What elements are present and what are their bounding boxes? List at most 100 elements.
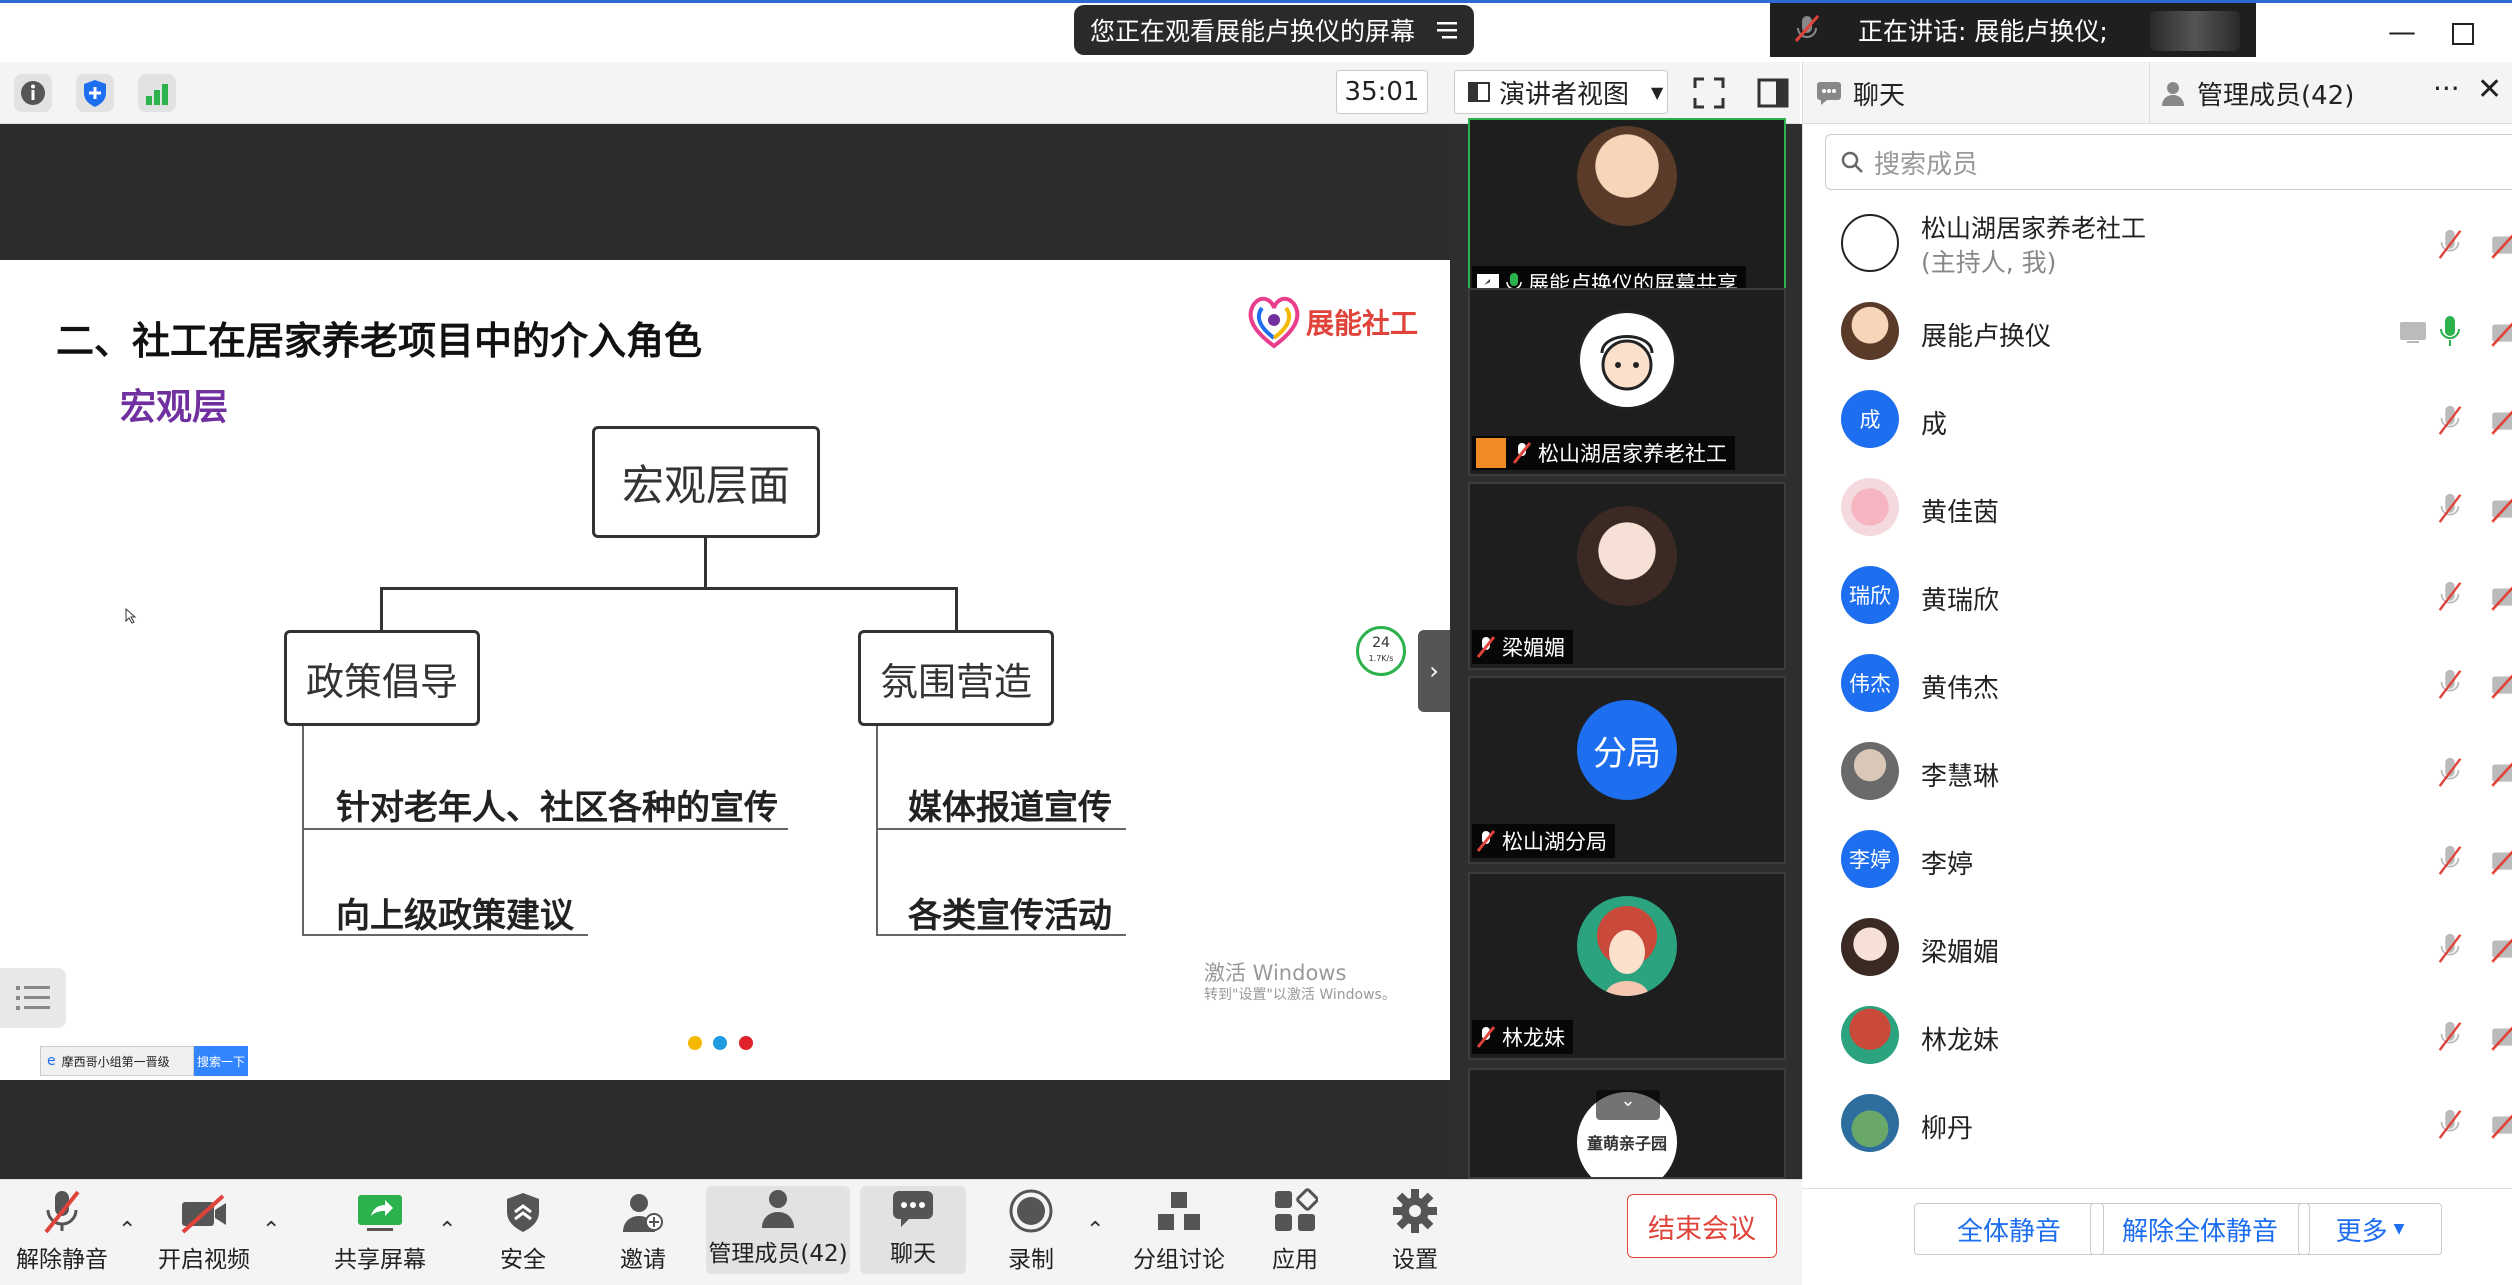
signal-icon[interactable] [138, 74, 176, 112]
apps-icon [1275, 1188, 1318, 1231]
member-search-input[interactable]: 搜索成员 [1825, 134, 2512, 190]
title-bar: 您正在观看展能卢换仪的屏幕 正在讲话: 展能卢换仪; — [0, 0, 2512, 62]
view-mode-select[interactable]: 演讲者视图 ▼ [1454, 70, 1668, 114]
more-options-icon[interactable]: ··· [2433, 72, 2460, 105]
side-panel-icon[interactable] [1756, 76, 1790, 110]
video-thumbnail[interactable]: 展能卢换仪的屏幕共享 [1468, 118, 1786, 306]
member-row[interactable]: 瑞欣 黄瑞欣 [1803, 552, 2512, 640]
shield-icon[interactable] [76, 74, 114, 112]
member-row[interactable]: 梁媚媚 [1803, 904, 2512, 992]
avatar: 伟杰 [1841, 654, 1899, 712]
video-thumbnail[interactable]: 梁媚媚 [1468, 482, 1786, 670]
share-screen-button[interactable]: 共享屏幕 [328, 1180, 432, 1280]
diagram-right-item: 各类宣传活动 [908, 896, 1112, 936]
video-off-icon[interactable] [2489, 668, 2512, 700]
video-off-icon[interactable] [2489, 492, 2512, 524]
settings-button[interactable]: 设置 [1370, 1180, 1460, 1280]
fullscreen-icon[interactable] [1692, 76, 1726, 110]
collapse-thumbs-button[interactable]: › [1418, 630, 1450, 712]
mic-muted-icon[interactable] [2435, 492, 2465, 524]
avatar: 分局 [1577, 700, 1677, 800]
security-button[interactable]: 安全 [478, 1180, 568, 1280]
tab-chat[interactable]: 聊天 [1815, 62, 1905, 124]
slide-menu-button[interactable] [0, 968, 66, 1028]
security-label: 安全 [500, 1247, 546, 1273]
avatar [1577, 126, 1677, 226]
minimize-icon[interactable]: — [2388, 15, 2416, 48]
maximize-icon[interactable] [2452, 23, 2474, 45]
taskbar-text: 摩西哥小组第一晋级 [61, 1054, 170, 1069]
member-row[interactable]: 李慧琳 [1803, 728, 2512, 816]
member-row[interactable]: 黄佳茵 [1803, 464, 2512, 552]
diagram-underline [302, 828, 788, 830]
video-off-icon[interactable] [2489, 932, 2512, 964]
close-icon[interactable]: ✕ [2477, 72, 2502, 107]
video-off-icon[interactable] [2489, 580, 2512, 612]
video-off-icon[interactable] [2489, 756, 2512, 788]
video-off-icon[interactable] [2489, 316, 2512, 348]
speaking-text: 正在讲话: 展能卢换仪; [1858, 17, 2108, 46]
video-thumbnail[interactable]: 松山湖居家养老社工 [1468, 288, 1786, 476]
member-row[interactable]: 柳丹 [1803, 1080, 2512, 1168]
video-off-icon[interactable] [2489, 1020, 2512, 1052]
avatar [1577, 896, 1677, 996]
chevron-down-icon[interactable]: ⌄ [1596, 1090, 1660, 1120]
network-speed-indicator: 24 1.7K/s [1356, 626, 1406, 676]
breakout-rooms-button[interactable]: 分组讨论 [1124, 1180, 1234, 1280]
mic-muted-icon[interactable] [2435, 228, 2465, 260]
video-off-icon[interactable] [2489, 228, 2512, 260]
mic-muted-icon[interactable] [2435, 580, 2465, 612]
mic-muted-icon [1512, 442, 1532, 464]
mic-muted-icon[interactable] [2435, 844, 2465, 876]
member-row[interactable]: 成成 [1803, 376, 2512, 464]
chevron-down-icon: ▼ [1651, 82, 1664, 102]
mute-all-button[interactable]: 全体静音 [1914, 1203, 2104, 1255]
member-row[interactable]: 松山湖居家养老社工 (主持人, 我) [1803, 200, 2512, 288]
more-button[interactable]: 更多 ▼ [2298, 1203, 2442, 1255]
video-thumbnail[interactable]: 分局 松山湖分局 [1468, 676, 1786, 864]
unmute-all-button[interactable]: 解除全体静音 [2090, 1203, 2310, 1255]
chat-button[interactable]: 聊天 [860, 1186, 966, 1274]
menu-icon[interactable] [1434, 17, 1460, 43]
mic-muted-icon[interactable] [2435, 668, 2465, 700]
tab-divider [2149, 62, 2150, 124]
video-thumbnail[interactable]: 林龙妹 [1468, 872, 1786, 1060]
video-off-icon[interactable] [2489, 1108, 2512, 1140]
mic-on-icon[interactable] [2439, 314, 2461, 348]
meeting-toolbar: 35:01 演讲者视图 ▼ [0, 62, 1800, 124]
chevron-up-icon[interactable]: ⌃ [438, 1218, 456, 1243]
video-off-icon[interactable] [2489, 404, 2512, 436]
breakout-icon [1158, 1192, 1200, 1230]
manage-members-button[interactable]: 管理成员(42) [706, 1186, 850, 1274]
member-row[interactable]: 展能卢换仪 [1803, 288, 2512, 376]
diagram-connector [380, 587, 383, 631]
mic-muted-icon[interactable] [2435, 404, 2465, 436]
member-row[interactable]: 伟杰 黄伟杰 [1803, 640, 2512, 728]
mic-muted-icon[interactable] [2435, 1020, 2465, 1052]
screen-share-banner[interactable]: 您正在观看展能卢换仪的屏幕 [1074, 5, 1474, 55]
chevron-up-icon[interactable]: ⌃ [1086, 1218, 1104, 1243]
thumbnail-name-tag: 松山湖分局 [1472, 824, 1615, 858]
taskbar-item: e 摩西哥小组第一晋级 [40, 1046, 194, 1076]
mic-muted-icon [1476, 830, 1496, 852]
apps-button[interactable]: 应用 [1250, 1180, 1340, 1280]
chevron-up-icon[interactable]: ⌃ [262, 1218, 280, 1243]
video-off-icon[interactable] [2489, 844, 2512, 876]
browser-icon: e [47, 1053, 56, 1069]
end-meeting-button[interactable]: 结束会议 [1627, 1194, 1777, 1258]
member-row[interactable]: 李婷 李婷 [1803, 816, 2512, 904]
start-video-button[interactable]: 开启视频 [152, 1180, 256, 1280]
info-icon[interactable] [14, 74, 52, 112]
tab-members[interactable]: 管理成员(42) [2159, 62, 2354, 124]
mic-muted-icon[interactable] [2435, 932, 2465, 964]
record-button[interactable]: 录制 [986, 1180, 1076, 1280]
invite-button[interactable]: 邀请 [598, 1180, 688, 1280]
member-name: 黄佳茵 [1921, 498, 2000, 528]
unmute-button[interactable]: 解除静音 [10, 1180, 114, 1280]
chevron-up-icon[interactable]: ⌃ [118, 1218, 136, 1243]
share-screen-label: 共享屏幕 [334, 1247, 426, 1273]
mic-muted-icon[interactable] [2435, 1108, 2465, 1140]
video-thumbnail[interactable]: 童萌亲子园 ⌄ [1468, 1068, 1786, 1179]
mic-muted-icon[interactable] [2435, 756, 2465, 788]
member-row[interactable]: 林龙妹 [1803, 992, 2512, 1080]
